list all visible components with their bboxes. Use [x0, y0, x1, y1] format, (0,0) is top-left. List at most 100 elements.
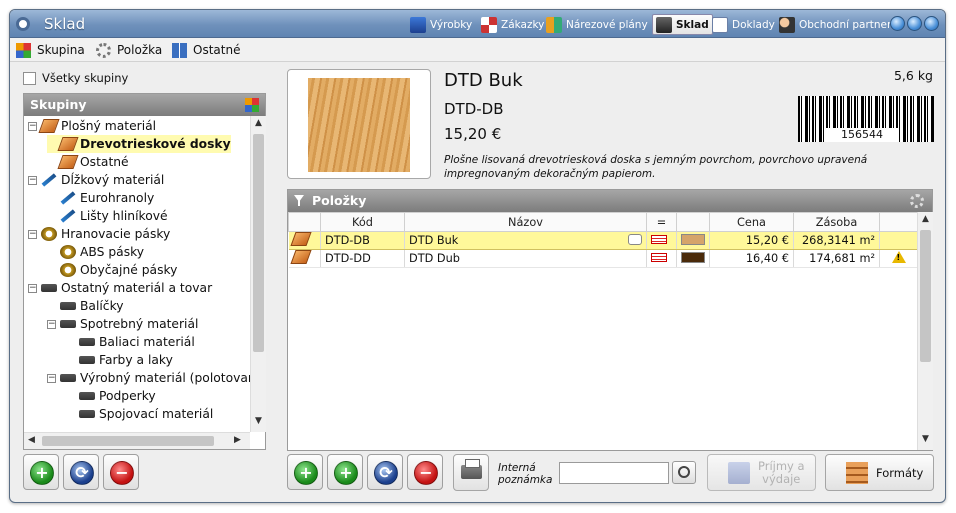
window-title: Sklad [44, 15, 86, 33]
tree-node[interactable]: − Plošný materiál [28, 117, 156, 135]
scroll-right-icon[interactable]: ▶ [234, 435, 241, 445]
collapse-icon[interactable]: − [28, 229, 37, 239]
collapse-icon[interactable]: − [28, 283, 37, 293]
tree-node[interactable]: Eurohranoly [47, 189, 154, 207]
tape-icon [60, 245, 76, 259]
product-weight: 5,6 kg [893, 68, 933, 83]
add-group-button[interactable]: + [23, 454, 59, 490]
tree-node-label: Baliaci materiál [99, 335, 195, 349]
tree-node-label: Plošný materiál [61, 119, 157, 133]
nav-vyrobky[interactable]: Výrobky [407, 14, 475, 35]
tree-node[interactable]: Ostatné [47, 153, 129, 171]
flag-cell [646, 249, 677, 268]
table-row[interactable]: DTD-DB DTD Buk 15,20 €268,3141 m² [288, 231, 918, 250]
column-header[interactable]: = [646, 212, 677, 232]
column-header[interactable] [288, 212, 321, 232]
tree-node[interactable]: − Výrobný materiál (polotovary) [47, 369, 250, 387]
collapse-icon[interactable]: − [47, 373, 56, 383]
gear-icon[interactable] [910, 194, 924, 208]
print-button[interactable] [453, 454, 489, 491]
tree-node[interactable]: Baliaci materiál [66, 333, 195, 351]
refresh-group-button[interactable]: ⟳ [63, 454, 99, 490]
tree-horizontal-scrollbar[interactable]: ◀ ▶ [24, 432, 250, 449]
menu-skupina[interactable]: Skupina [16, 41, 85, 59]
app-icon [16, 17, 30, 31]
add-copy-item-button[interactable]: + [327, 454, 363, 490]
delete-item-button[interactable]: − [407, 454, 443, 490]
items-panel: Položky Kód Názov = Cena Zásoba DTD-DB DTD Bu… [287, 189, 933, 451]
refresh-item-button[interactable]: ⟳ [367, 454, 403, 490]
delete-group-button[interactable]: − [103, 454, 139, 490]
nav-narezove-plany[interactable]: Nárezové plány [543, 14, 651, 35]
minus-icon: − [110, 461, 134, 485]
note-input[interactable] [559, 462, 669, 484]
table-row[interactable]: DTD-DD DTD Dub 16,40 €174,681 m²! [288, 249, 918, 268]
column-header[interactable]: Názov [404, 212, 647, 232]
tree-node[interactable]: Drevotrieskové dosky [47, 135, 231, 153]
tree-node[interactable]: Podperky [66, 387, 156, 405]
scroll-thumb[interactable] [920, 230, 931, 362]
prijmy-vydaje-button[interactable]: Príjmy a výdaje [707, 454, 816, 491]
nav-sklad[interactable]: Sklad [652, 14, 713, 35]
scroll-thumb[interactable] [42, 436, 214, 446]
column-header[interactable]: Kód [320, 212, 405, 232]
tape-icon [60, 263, 76, 277]
nav-zakazky[interactable]: Zákazky [478, 14, 547, 35]
tree-node[interactable]: Obyčajné pásky [47, 261, 177, 279]
maximize-button[interactable] [907, 16, 922, 31]
nav-obchodni-partneri[interactable]: Obchodní partneri [776, 14, 897, 35]
add-item-button[interactable]: + [287, 454, 323, 490]
groups-tree: − Plošný materiál Drevotrieskové dosky Osta… [24, 116, 250, 432]
code-cell: DTD-DD [320, 249, 405, 268]
barcode-number: 156544 [826, 128, 898, 142]
groups-header: Skupiny [24, 94, 265, 116]
tree-node-label: Spojovací materiál [99, 407, 214, 421]
scroll-down-icon[interactable]: ▼ [922, 434, 929, 444]
status-cell: ! [879, 249, 918, 268]
tree-node[interactable]: Spojovací materiál [66, 405, 213, 423]
tree-node[interactable]: ABS pásky [47, 243, 144, 261]
groups-panel: Skupiny − Plošný materiál Drevotrieskové d… [23, 93, 266, 450]
column-header[interactable] [879, 212, 918, 232]
tree-node[interactable]: − Hranovacie pásky [28, 225, 170, 243]
minimize-button[interactable] [890, 16, 905, 31]
tree-node[interactable]: − Ostatný materiál a tovar [28, 279, 212, 297]
tree-node-label: Farby a laky [99, 353, 173, 367]
groups-grid-icon[interactable] [245, 98, 259, 112]
tree-node-label: Obyčajné pásky [80, 263, 178, 277]
status-cell [879, 231, 918, 250]
scroll-up-icon[interactable]: ▲ [922, 214, 929, 224]
column-header[interactable]: Cena [709, 212, 794, 232]
scroll-down-icon[interactable]: ▼ [255, 416, 262, 426]
tree-node[interactable]: Balíčky [47, 297, 124, 315]
tree-node-label: Podperky [99, 389, 156, 403]
color-swatch [681, 233, 705, 245]
collapse-icon[interactable]: − [28, 175, 37, 185]
price-cell: 16,40 € [709, 249, 794, 268]
close-button[interactable] [924, 16, 939, 31]
tree-node[interactable]: − Spotrebný materiál [47, 315, 198, 333]
tree-vertical-scrollbar[interactable]: ▲ ▼ [250, 116, 266, 432]
tree-node[interactable]: − Dĺžkový materiál [28, 171, 164, 189]
scroll-up-icon[interactable]: ▲ [255, 118, 262, 128]
column-header[interactable]: Zásoba [793, 212, 880, 232]
formaty-button[interactable]: Formáty [825, 454, 934, 491]
collapse-icon[interactable]: − [28, 121, 37, 131]
menu-ostatne[interactable]: Ostatné [172, 41, 240, 59]
filter-icon[interactable] [294, 195, 304, 206]
collapse-icon[interactable]: − [47, 319, 56, 329]
column-header[interactable] [676, 212, 710, 232]
items-vertical-scrollbar[interactable]: ▲ ▼ [917, 212, 933, 450]
nav-doklady[interactable]: Doklady [709, 14, 778, 35]
tree-node[interactable]: Farby a laky [66, 351, 173, 369]
menu-polozka[interactable]: Položka [96, 41, 162, 59]
all-groups-checkbox[interactable]: Všetky skupiny [23, 71, 128, 85]
comment-icon[interactable] [628, 234, 642, 245]
misc-icon [79, 356, 95, 364]
tree-node[interactable]: Lišty hliníkové [47, 207, 168, 225]
scroll-thumb[interactable] [253, 134, 264, 352]
search-icon[interactable] [672, 461, 696, 484]
row-icon-cell [288, 231, 321, 250]
scroll-left-icon[interactable]: ◀ [28, 435, 35, 445]
plus-star-icon: + [334, 461, 358, 485]
